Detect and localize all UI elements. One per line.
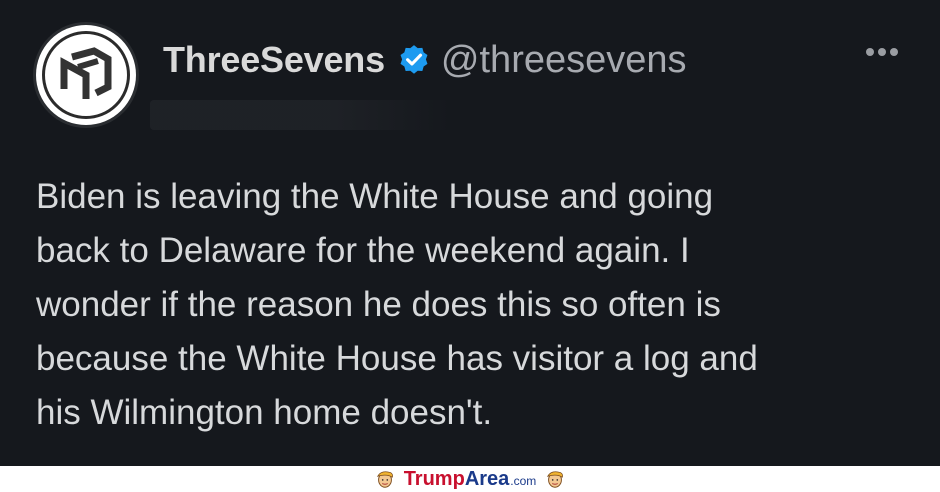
more-options-icon[interactable] xyxy=(866,48,898,56)
author-row: ThreeSevens @threesevens xyxy=(163,34,687,86)
trump-face-icon xyxy=(376,471,393,488)
tweet-text: Biden is leaving the White House and goi… xyxy=(36,177,758,432)
tweet-card: ThreeSevens @threesevens Biden is leavin… xyxy=(0,0,940,466)
handle[interactable]: @threesevens xyxy=(441,39,687,82)
avatar[interactable] xyxy=(36,25,136,125)
trumparea-logo[interactable]: Trump Area .com xyxy=(404,468,537,491)
threesevens-logo-icon xyxy=(42,31,130,119)
faded-overlay xyxy=(150,100,450,130)
verified-badge-icon xyxy=(400,45,428,74)
watermark-footer: Trump Area .com xyxy=(0,466,940,492)
display-name[interactable]: ThreeSevens xyxy=(163,39,385,81)
trump-face-icon xyxy=(547,471,564,488)
